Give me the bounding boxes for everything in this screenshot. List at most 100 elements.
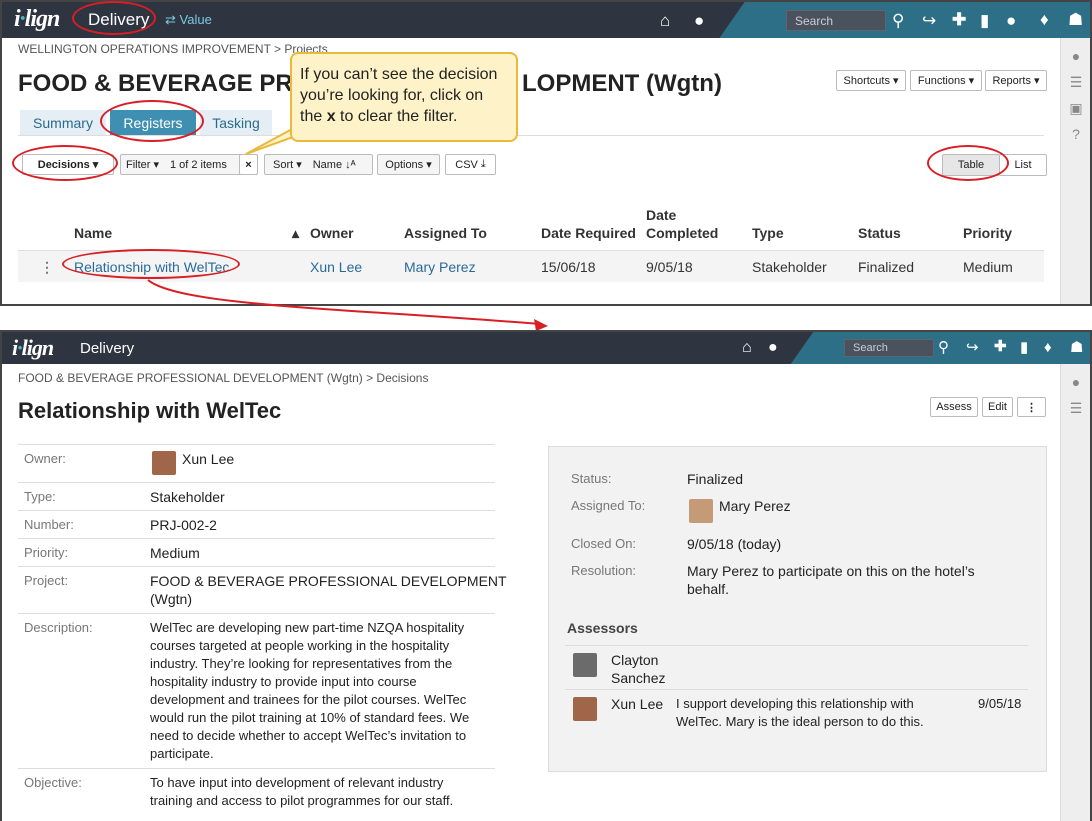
col-date-completed-header[interactable]: Date Completed bbox=[646, 206, 718, 242]
list-icon[interactable]: ☰ bbox=[1061, 400, 1090, 417]
tab-registers[interactable]: Registers bbox=[110, 110, 196, 135]
col-name-header[interactable]: Name bbox=[74, 224, 112, 242]
reports-button[interactable]: Reports ▾ bbox=[985, 70, 1047, 91]
row-owner-link[interactable]: Xun Lee bbox=[310, 259, 362, 275]
add-icon[interactable]: ✚ bbox=[952, 11, 966, 28]
list-icon[interactable]: ☰ bbox=[1061, 74, 1090, 91]
shortcuts-button[interactable]: Shortcuts ▾ bbox=[836, 70, 906, 91]
type-value: Stakeholder bbox=[150, 489, 225, 505]
row-menu-icon[interactable]: ⋮ bbox=[40, 259, 54, 276]
share-icon[interactable]: ↪ bbox=[922, 12, 936, 29]
priority-label: Priority: bbox=[24, 545, 69, 560]
more-menu-icon[interactable]: ⋮ bbox=[1017, 397, 1046, 417]
col-status-header[interactable]: Status bbox=[858, 224, 901, 242]
options-label: Options bbox=[385, 158, 424, 171]
row-status: Finalized bbox=[858, 259, 915, 275]
page-title-left: FOOD & BEVERAGE PR bbox=[18, 70, 293, 97]
switch-to-value-link[interactable]: ⇄ Value bbox=[165, 12, 212, 28]
options-dropdown[interactable]: Options ▾ bbox=[377, 154, 440, 175]
description-line: WelTec are developing new part-time NZQA… bbox=[150, 620, 465, 635]
assessor-xun-lee-link[interactable]: Xun Lee bbox=[611, 695, 663, 713]
tab-summary[interactable]: Summary bbox=[20, 110, 106, 135]
comments-icon[interactable]: ● bbox=[1061, 374, 1090, 390]
home-icon[interactable]: ⌂ bbox=[742, 340, 752, 356]
globe-icon[interactable]: ● bbox=[694, 12, 704, 29]
row-name-link[interactable]: Relationship with WelTec bbox=[74, 259, 229, 275]
col-assigned-header[interactable]: Assigned To bbox=[404, 224, 487, 242]
ihtign-logo[interactable]: i·lign bbox=[12, 335, 54, 361]
objective-line: To have input into development of releva… bbox=[150, 775, 444, 790]
sort-field: Name bbox=[312, 158, 343, 171]
priority-value: Medium bbox=[150, 545, 200, 561]
bell-icon[interactable]: ♦ bbox=[1040, 11, 1049, 28]
objective-line: training and access to pilot programmes … bbox=[150, 793, 454, 808]
number-label: Number: bbox=[24, 517, 74, 532]
chat-icon[interactable]: ● bbox=[1006, 12, 1016, 29]
xun-lee-avatar bbox=[573, 697, 597, 721]
functions-button[interactable]: Functions ▾ bbox=[910, 70, 982, 91]
assess-button[interactable]: Assess bbox=[930, 397, 978, 417]
description-text: WelTec are developing new part-time NZQA… bbox=[150, 619, 469, 763]
description-line: hospitality industry to provide input in… bbox=[150, 674, 417, 689]
add-icon[interactable]: ✚ bbox=[994, 339, 1007, 354]
status-value: Finalized bbox=[687, 471, 744, 487]
home-icon[interactable]: ⌂ bbox=[660, 12, 670, 29]
switch-label: Value bbox=[179, 12, 212, 27]
help-icon[interactable]: ? bbox=[1061, 126, 1090, 142]
callout-line3-pre: the bbox=[300, 108, 327, 125]
col-priority-header[interactable]: Priority bbox=[963, 224, 1012, 242]
col-owner-header[interactable]: Owner bbox=[310, 224, 354, 242]
comment-line1: I support developing this relationship w… bbox=[676, 696, 914, 711]
sort-up-icon[interactable]: ▴ bbox=[292, 224, 299, 242]
caret-down-icon: ▾ bbox=[92, 159, 99, 171]
bookmark-icon[interactable]: ▮ bbox=[1020, 340, 1028, 355]
assessor-comment: I support developing this relationship w… bbox=[676, 695, 924, 731]
csv-export-button[interactable]: CSV ⤓ bbox=[445, 154, 496, 175]
breadcrumb[interactable]: FOOD & BEVERAGE PROFESSIONAL DEVELOPMENT… bbox=[18, 371, 428, 385]
owner-link[interactable]: Xun Lee bbox=[182, 450, 234, 468]
assigned-to-link[interactable]: Mary Perez bbox=[719, 497, 791, 515]
table-view-button[interactable]: Table bbox=[942, 154, 1000, 176]
filter-count: 1 of 2 items bbox=[169, 158, 227, 171]
breadcrumb[interactable]: WELLINGTON OPERATIONS IMPROVEMENT > Proj… bbox=[18, 42, 328, 56]
user-icon[interactable]: ☗ bbox=[1068, 11, 1083, 28]
col-date-required-header[interactable]: Date Required bbox=[541, 224, 636, 242]
search-input[interactable]: Search bbox=[786, 10, 886, 31]
owner-label: Owner: bbox=[24, 451, 66, 466]
assessor1-line2: Sanchez bbox=[611, 670, 666, 686]
col-type-header[interactable]: Type bbox=[752, 224, 784, 242]
project-label: Project: bbox=[24, 573, 69, 588]
row-assigned-link[interactable]: Mary Perez bbox=[404, 259, 476, 275]
callout-line3-post: to clear the filter. bbox=[335, 108, 458, 125]
edit-button[interactable]: Edit bbox=[982, 397, 1013, 417]
assessor-clayton-link[interactable]: Clayton Sanchez bbox=[611, 651, 665, 687]
resolution-label: Resolution: bbox=[571, 563, 637, 578]
page-title: Relationship with WelTec bbox=[18, 398, 282, 423]
app-name[interactable]: Delivery bbox=[88, 10, 149, 30]
list-view-button[interactable]: List bbox=[999, 154, 1047, 176]
decisions-dropdown[interactable]: Decisions ▾ bbox=[22, 154, 114, 175]
caret-down-icon: ▾ bbox=[1034, 75, 1040, 87]
clayton-sanchez-avatar bbox=[573, 653, 597, 677]
user-icon[interactable]: ☗ bbox=[1070, 340, 1083, 355]
search-icon[interactable]: ⚲ bbox=[938, 340, 949, 355]
reports-label: Reports bbox=[992, 74, 1031, 87]
caret-down-icon: ▾ bbox=[892, 75, 899, 87]
search-input[interactable]: Search bbox=[844, 339, 934, 357]
switch-arrows-icon: ⇄ bbox=[165, 12, 176, 27]
filter-control[interactable]: Filter ▾ 1 of 2 items bbox=[120, 154, 258, 175]
description-line: industry. They’re looking for representa… bbox=[150, 656, 453, 671]
share-icon[interactable]: ↪ bbox=[966, 340, 979, 355]
globe-icon[interactable]: ● bbox=[768, 340, 778, 356]
bell-icon[interactable]: ♦ bbox=[1044, 340, 1052, 355]
lock-icon[interactable]: ▣ bbox=[1061, 100, 1090, 117]
caret-down-icon: ▾ bbox=[426, 159, 432, 171]
comments-icon[interactable]: ● bbox=[1061, 48, 1090, 64]
app-name[interactable]: Delivery bbox=[80, 340, 134, 357]
project-link[interactable]: FOOD & BEVERAGE PROFESSIONAL DEVELOPMENT… bbox=[150, 572, 507, 608]
status-summary-box: Status: Finalized Assigned To: Mary Pere… bbox=[548, 446, 1047, 772]
search-icon[interactable]: ⚲ bbox=[892, 12, 904, 29]
ihtign-logo[interactable]: i·lign bbox=[14, 6, 60, 33]
bookmark-icon[interactable]: ▮ bbox=[980, 12, 989, 29]
filter-help-callout: If you can’t see the decision you’re loo… bbox=[290, 52, 518, 142]
